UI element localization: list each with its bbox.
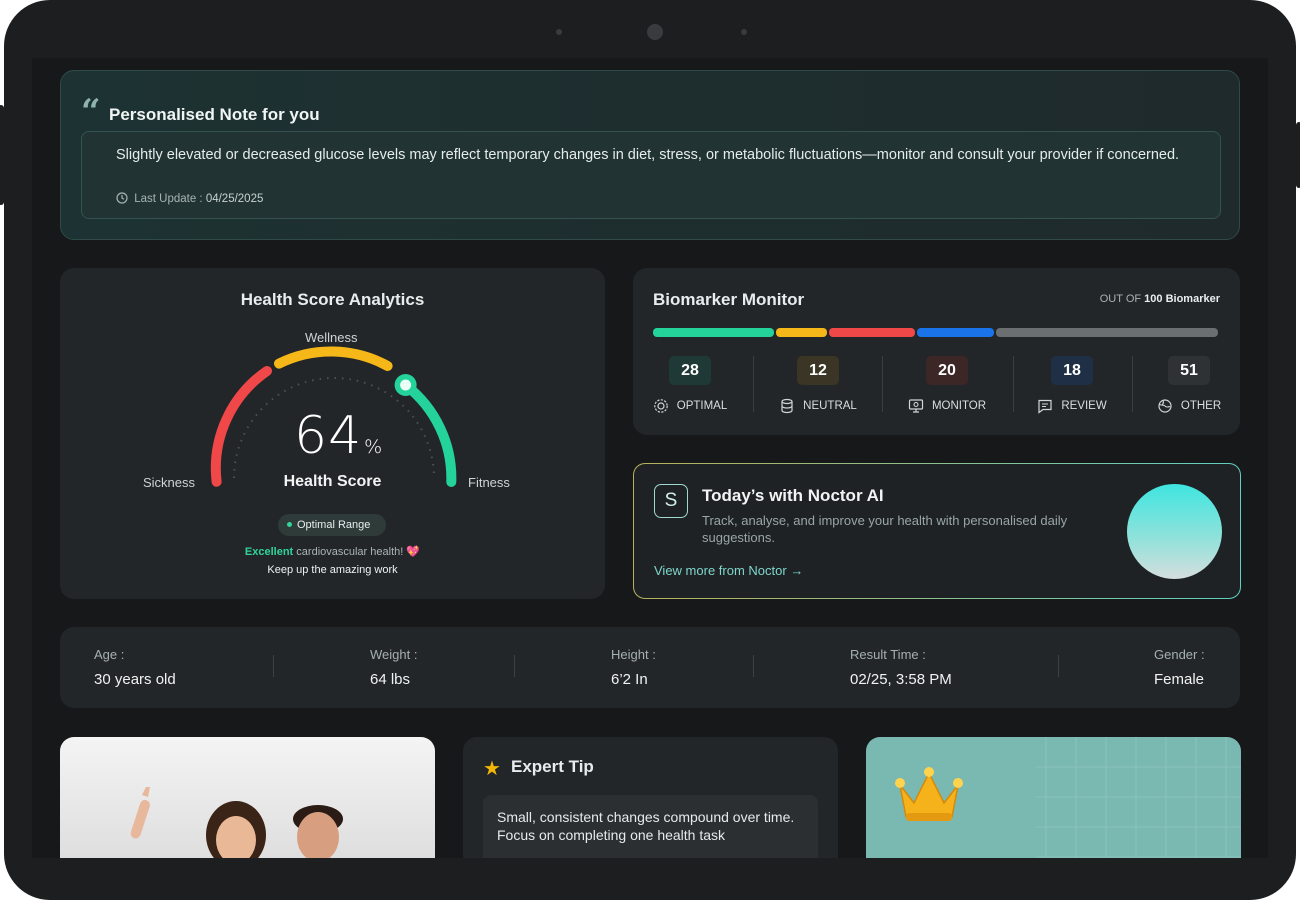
stat-divider: [753, 356, 754, 412]
clock-icon: [116, 192, 128, 204]
biomarker-stat-optimal[interactable]: 28 OPTIMAL: [635, 356, 745, 414]
info-result-time: Result Time :02/25, 3:58 PM: [850, 647, 952, 688]
biomarker-stat-other[interactable]: 51 OTHER: [1134, 356, 1244, 414]
stat-count: 20: [926, 356, 968, 385]
expert-tip-body: Small, consistent changes compound over …: [483, 795, 818, 858]
screen: “ Personalised Note for you Slightly ele…: [32, 58, 1268, 858]
stat-count: 51: [1168, 356, 1210, 385]
stat-divider: [882, 356, 883, 412]
last-update: Last Update : 04/25/2025: [116, 192, 263, 205]
info-height: Height :6’2 In: [611, 647, 656, 688]
stat-label: OPTIMAL: [676, 400, 728, 412]
biomarker-bar-optimal: [653, 328, 775, 337]
biomarker-bar-neutral: [776, 328, 827, 337]
quote-icon: “: [81, 92, 101, 132]
note-title: Personalised Note for you: [109, 105, 320, 124]
noctor-ai-card[interactable]: S Today’s with Noctor AI Track, analyse,…: [633, 463, 1241, 599]
stat-label: MONITOR: [931, 400, 987, 412]
last-update-label: Last Update :: [134, 193, 203, 205]
info-gender: Gender : Female: [1154, 647, 1205, 688]
globe-icon: [1157, 398, 1173, 414]
health-score-card: Health Score Analytics Wellness Sickness…: [60, 268, 605, 599]
optimal-range-badge: Optimal Range: [278, 514, 386, 536]
keep-message: Keep up the amazing work: [267, 564, 398, 576]
stat-count: 28: [669, 356, 711, 385]
expert-tip-text: Small, consistent changes compound over …: [497, 809, 795, 843]
info-weight: Weight :64 lbs: [370, 647, 418, 688]
biomarker-total: OUT OF 100 Biomarker: [1099, 293, 1220, 305]
note-text: Slightly elevated or decreased glucose l…: [116, 147, 1180, 163]
stat-label: OTHER: [1180, 400, 1222, 412]
biomarker-stat-monitor[interactable]: 20 MONITOR: [892, 356, 1002, 414]
noctor-title: Today’s with Noctor AI: [702, 486, 884, 505]
database-icon: [779, 398, 795, 414]
noctor-orb: [1127, 484, 1222, 579]
wellness-label: Wellness: [305, 330, 358, 345]
gauge-wellness-arc: [274, 346, 393, 371]
message-icon: [1037, 398, 1053, 414]
crown-icon: [895, 767, 963, 821]
biomarker-stat-review[interactable]: 18 REVIEW: [1017, 356, 1127, 414]
biomarker-bar-review: [916, 328, 994, 337]
heart-icon: 💖: [406, 546, 421, 558]
health-gauge: [210, 346, 457, 487]
biomarker-bar-other: [995, 328, 1218, 337]
last-update-date: 04/25/2025: [205, 193, 264, 205]
patient-info-bar: Age :30 years old Weight :64 lbs Height …: [60, 627, 1240, 708]
excellent-message: Excellent cardiovascular health! 💖: [244, 546, 421, 558]
stat-count: 18: [1051, 356, 1093, 385]
note-body: Slightly elevated or decreased glucose l…: [81, 131, 1221, 219]
view-more-noctor-link[interactable]: View more from Noctor →: [654, 563, 803, 578]
gauge-sickness-arc: [210, 366, 272, 487]
gauge-fitness-arc: [400, 380, 457, 487]
noctor-logo-icon: S: [654, 484, 688, 518]
star-icon: ★: [483, 758, 501, 780]
sensor-dot: [556, 29, 562, 35]
stat-divider: [1132, 356, 1133, 412]
biomarker-bar-monitor: [828, 328, 915, 337]
health-score-label: Health Score: [283, 473, 382, 490]
biomarker-stat-neutral[interactable]: 12 NEUTRAL: [763, 356, 873, 414]
health-score-value: 64%: [294, 406, 384, 466]
stat-count: 12: [797, 356, 839, 385]
arrow-right-icon: →: [790, 563, 804, 578]
personalised-note-card: “ Personalised Note for you Slightly ele…: [60, 70, 1240, 240]
biomarker-title: Biomarker Monitor: [653, 290, 805, 309]
stat-label: NEUTRAL: [803, 400, 857, 412]
monitor-icon: [908, 398, 924, 414]
gear-icon: [653, 398, 669, 414]
biomarker-monitor-card: Biomarker Monitor OUT OF 100 Biomarker 2…: [633, 268, 1240, 435]
sensor-dot: [741, 29, 747, 35]
camera-icon: [647, 24, 663, 40]
info-age: Age :30 years old: [94, 647, 176, 688]
stat-divider: [1013, 356, 1014, 412]
expert-tip-title: Expert Tip: [511, 757, 594, 776]
noctor-description: Track, analyse, and improve your health …: [702, 513, 1068, 545]
stat-label: REVIEW: [1061, 400, 1107, 412]
